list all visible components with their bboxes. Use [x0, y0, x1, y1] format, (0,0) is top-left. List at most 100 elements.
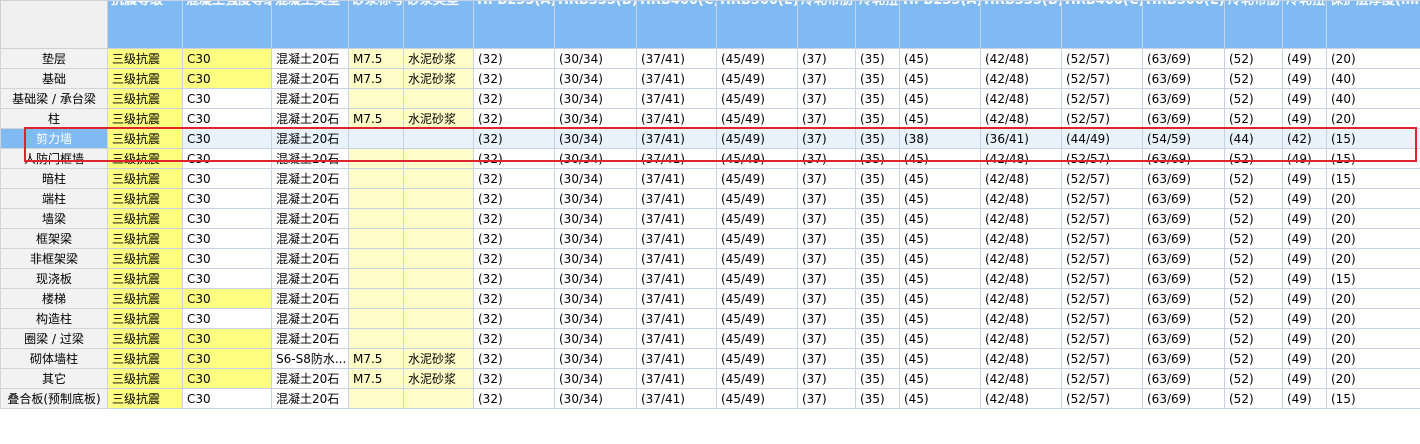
table-cell[interactable]: (45/49): [716, 328, 798, 349]
table-cell[interactable]: C30: [182, 88, 272, 109]
table-cell[interactable]: (45/49): [716, 128, 798, 149]
table-row[interactable]: 基础梁 / 承台梁 三级抗震 C30 混凝土20石 (32) (30/34) (37/41)…: [0, 88, 1420, 109]
row-header[interactable]: 现浇板: [0, 268, 108, 289]
table-cell[interactable]: 三级抗震: [107, 68, 183, 89]
table-cell[interactable]: (30/34): [554, 128, 637, 149]
table-cell[interactable]: (15): [1326, 168, 1420, 189]
table-cell[interactable]: 混凝土20石: [271, 308, 349, 329]
table-cell[interactable]: 混凝土20石: [271, 368, 349, 389]
table-cell[interactable]: (45): [899, 268, 981, 289]
table-cell[interactable]: (37): [797, 148, 856, 169]
table-cell[interactable]: (52): [1224, 268, 1283, 289]
table-cell[interactable]: (45): [899, 108, 981, 129]
table-cell[interactable]: (42/48): [980, 108, 1062, 129]
table-cell[interactable]: 三级抗震: [107, 288, 183, 309]
table-cell[interactable]: (49): [1282, 68, 1327, 89]
table-cell[interactable]: (52/57): [1061, 208, 1143, 229]
column-header-14[interactable]: HRB400(C)...: [1061, 0, 1143, 49]
table-row[interactable]: 基础 三级抗震 C30 混凝土20石 M7.5 水泥砂浆 (32) (30/34) (37/41…: [0, 68, 1420, 89]
table-cell[interactable]: (32): [473, 368, 555, 389]
table-cell[interactable]: (49): [1282, 168, 1327, 189]
table-cell[interactable]: (37): [797, 128, 856, 149]
table-cell[interactable]: (45): [899, 308, 981, 329]
table-row[interactable]: 楼梯 三级抗震 C30 混凝土20石 (32) (30/34) (37/41) (45/49)…: [0, 288, 1420, 309]
table-cell[interactable]: (63/69): [1142, 308, 1225, 329]
table-cell[interactable]: (45/49): [716, 348, 798, 369]
table-cell[interactable]: (37): [797, 308, 856, 329]
column-header-9[interactable]: HRB500(E)...: [716, 0, 798, 49]
table-row[interactable]: 其它 三级抗震 C30 混凝土20石 M7.5 水泥砂浆 (32) (30/34) (37/41…: [0, 368, 1420, 389]
table-cell[interactable]: (63/69): [1142, 108, 1225, 129]
table-cell[interactable]: (30/34): [554, 248, 637, 269]
table-cell[interactable]: (45/49): [716, 188, 798, 209]
table-cell[interactable]: (44): [1224, 128, 1283, 149]
table-cell[interactable]: (63/69): [1142, 48, 1225, 69]
table-cell[interactable]: (52): [1224, 88, 1283, 109]
table-cell[interactable]: (42/48): [980, 288, 1062, 309]
table-cell[interactable]: (37/41): [636, 248, 717, 269]
row-header[interactable]: 构造柱: [0, 308, 108, 329]
table-cell[interactable]: (35): [855, 348, 900, 369]
table-cell[interactable]: 三级抗震: [107, 128, 183, 149]
table-cell[interactable]: (15): [1326, 388, 1420, 409]
table-cell[interactable]: (37): [797, 168, 856, 189]
table-cell[interactable]: (37): [797, 208, 856, 229]
row-header[interactable]: 其它: [0, 368, 108, 389]
table-cell[interactable]: (30/34): [554, 288, 637, 309]
table-cell[interactable]: (37/41): [636, 128, 717, 149]
table-cell[interactable]: [403, 388, 474, 409]
table-cell[interactable]: (52/57): [1061, 268, 1143, 289]
table-cell[interactable]: (52): [1224, 148, 1283, 169]
table-cell[interactable]: (42/48): [980, 308, 1062, 329]
table-cell[interactable]: (52): [1224, 248, 1283, 269]
table-row[interactable]: 人防门框墙 三级抗震 C30 混凝土20石 (32) (30/34) (37/41) (45/…: [0, 148, 1420, 169]
table-cell[interactable]: (35): [855, 148, 900, 169]
table-cell[interactable]: (20): [1326, 248, 1420, 269]
table-cell[interactable]: C30: [182, 108, 272, 129]
table-cell[interactable]: (32): [473, 268, 555, 289]
table-cell[interactable]: (63/69): [1142, 168, 1225, 189]
table-cell[interactable]: (20): [1326, 188, 1420, 209]
table-cell[interactable]: (45): [899, 328, 981, 349]
table-cell[interactable]: [403, 148, 474, 169]
table-cell[interactable]: (45): [899, 148, 981, 169]
table-cell[interactable]: C30: [182, 348, 272, 369]
table-cell[interactable]: (45/49): [716, 308, 798, 329]
table-cell[interactable]: C30: [182, 188, 272, 209]
table-row[interactable]: 垫层 三级抗震 C30 混凝土20石 M7.5 水泥砂浆 (32) (30/34) (37/41…: [0, 48, 1420, 69]
table-cell[interactable]: 三级抗震: [107, 108, 183, 129]
table-cell[interactable]: 三级抗震: [107, 208, 183, 229]
table-cell[interactable]: (20): [1326, 288, 1420, 309]
table-cell[interactable]: (42/48): [980, 348, 1062, 369]
table-cell[interactable]: (37/41): [636, 228, 717, 249]
table-cell[interactable]: (49): [1282, 188, 1327, 209]
table-cell[interactable]: [403, 308, 474, 329]
table-cell[interactable]: (42/48): [980, 368, 1062, 389]
table-cell[interactable]: (52): [1224, 288, 1283, 309]
table-cell[interactable]: [348, 148, 404, 169]
table-cell[interactable]: (35): [855, 288, 900, 309]
table-cell[interactable]: 混凝土20石: [271, 248, 349, 269]
table-cell[interactable]: [348, 388, 404, 409]
table-cell[interactable]: (42/48): [980, 268, 1062, 289]
table-cell[interactable]: [348, 128, 404, 149]
table-cell[interactable]: (37): [797, 88, 856, 109]
table-cell[interactable]: (37): [797, 348, 856, 369]
table-cell[interactable]: 三级抗震: [107, 148, 183, 169]
table-cell[interactable]: (32): [473, 108, 555, 129]
table-cell[interactable]: C30: [182, 308, 272, 329]
table-cell[interactable]: (15): [1326, 128, 1420, 149]
table-cell[interactable]: 三级抗震: [107, 248, 183, 269]
table-cell[interactable]: (52): [1224, 388, 1283, 409]
table-cell[interactable]: 水泥砂浆: [403, 368, 474, 389]
table-cell[interactable]: (52): [1224, 188, 1283, 209]
table-cell[interactable]: (35): [855, 88, 900, 109]
table-cell[interactable]: (42/48): [980, 188, 1062, 209]
table-cell[interactable]: [348, 248, 404, 269]
table-cell[interactable]: (63/69): [1142, 348, 1225, 369]
table-cell[interactable]: (38): [899, 128, 981, 149]
table-cell[interactable]: (52): [1224, 108, 1283, 129]
table-row[interactable]: 柱三级抗震 C30 混凝土20石 M7.5 水泥砂浆 (32) (30/34) (37/41)…: [0, 108, 1420, 129]
table-cell[interactable]: (45): [899, 348, 981, 369]
row-header[interactable]: 楼梯: [0, 288, 108, 309]
